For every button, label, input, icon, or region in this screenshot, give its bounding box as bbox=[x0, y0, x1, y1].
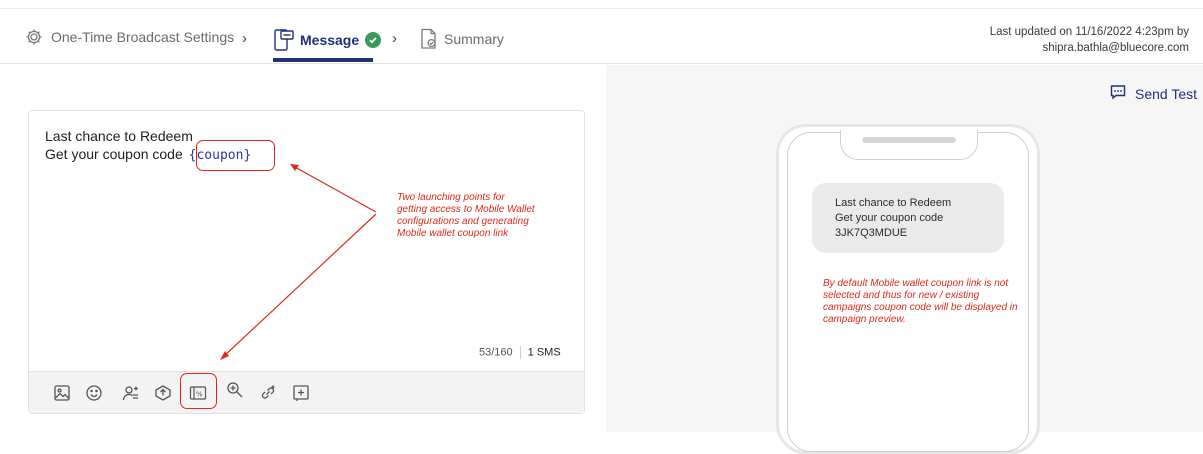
annotation-arrow-line bbox=[292, 165, 377, 213]
annotation-arrows bbox=[220, 164, 377, 360]
annotation-arrow-line bbox=[222, 213, 377, 358]
annotation-arrowhead bbox=[290, 164, 299, 171]
